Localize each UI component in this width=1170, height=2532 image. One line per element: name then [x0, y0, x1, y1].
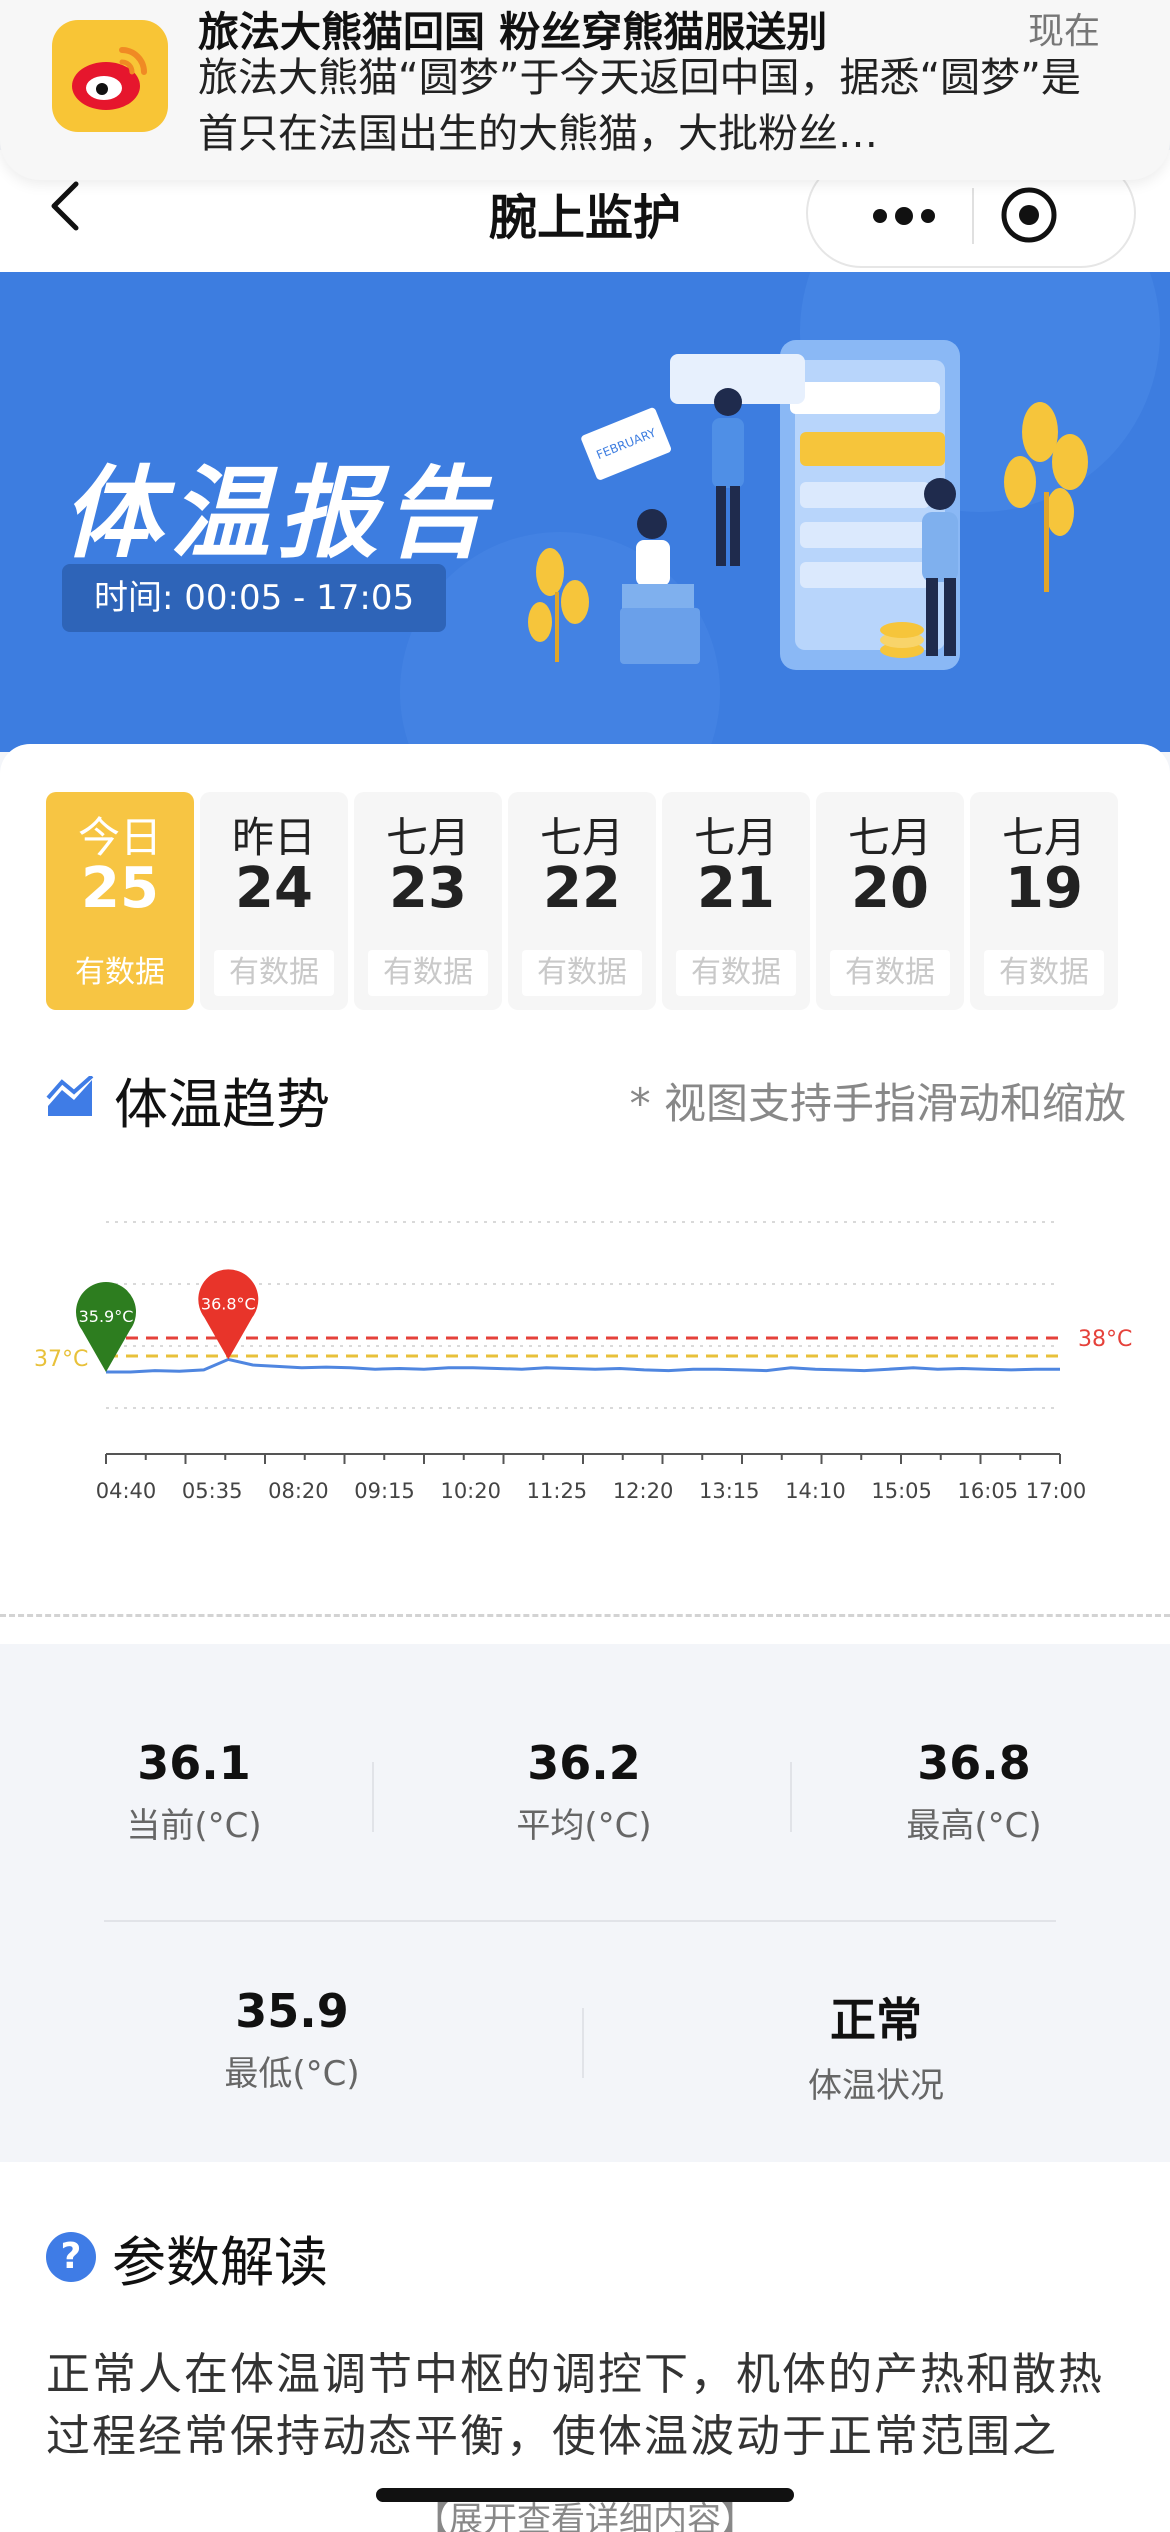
day-status: 有数据	[984, 950, 1104, 996]
stat-min: 35.9 最低(°C)	[142, 1984, 442, 2095]
day-number: 25	[81, 856, 159, 921]
question-icon: ?	[46, 2232, 96, 2282]
max-marker-label: 36.8°C	[201, 1294, 256, 1313]
min-marker-label: 35.9°C	[79, 1307, 134, 1326]
stat-max: 36.8 最高(°C)	[824, 1736, 1124, 1847]
stat-max-value: 36.8	[917, 1736, 1031, 1790]
x-tick-label: 11:25	[527, 1479, 588, 1503]
day-status: 有数据	[368, 950, 488, 996]
x-tick-label: 09:15	[354, 1479, 415, 1503]
x-tick-label: 14:10	[785, 1479, 846, 1503]
stats-panel: 36.1 当前(°C) 36.2 平均(°C) 36.8 最高(°C) 35.9…	[0, 1672, 1170, 2162]
stat-max-label: 最高(°C)	[906, 1806, 1042, 1846]
day-status: 有数据	[522, 950, 642, 996]
day-number: 20	[851, 856, 929, 921]
temperature-chart[interactable]: 38°C 37°C 35.9°C 36.8°C 04:40 05:35 08:20 09:15…	[0, 1154, 1170, 1554]
threshold-label-38: 38°C	[1078, 1327, 1132, 1352]
x-tick-label: 16:05	[958, 1479, 1019, 1503]
stat-average-label: 平均(°C)	[516, 1806, 652, 1846]
day-number: 21	[697, 856, 775, 921]
day-status: 有数据	[676, 950, 796, 996]
day-number: 24	[235, 856, 313, 921]
notification-banner[interactable]: 旅法大熊猫回国 粉丝穿熊猫服送别 现在 旅法大熊猫“圆梦”于今天返回中国，据悉“…	[0, 0, 1170, 180]
day-tab-2[interactable]: 七月 23 有数据	[354, 792, 502, 1010]
stat-current-label: 当前(°C)	[126, 1806, 262, 1846]
main-card: 今日 25 有数据 昨日 24 有数据 七月 23 有数据 七月 22 有数据 …	[0, 744, 1170, 1644]
x-tick-label: 10:20	[440, 1479, 501, 1503]
day-status: 有数据	[214, 950, 334, 996]
close-target-icon[interactable]	[998, 184, 1060, 246]
stat-current-value: 36.1	[137, 1736, 251, 1790]
x-tick-label: 08:20	[268, 1479, 329, 1503]
home-indicator	[376, 2488, 794, 2502]
day-status: 有数据	[75, 955, 165, 990]
stat-min-value: 35.9	[235, 1984, 349, 2038]
day-tab-6[interactable]: 七月 19 有数据	[970, 792, 1118, 1010]
day-tab-5[interactable]: 七月 20 有数据	[816, 792, 964, 1010]
trend-hint: * 视图支持手指滑动和缩放	[629, 1079, 1126, 1128]
stat-status-value: 正常	[830, 1993, 922, 2047]
day-tab-4[interactable]: 七月 21 有数据	[662, 792, 810, 1010]
x-tick-label: 04:40	[96, 1479, 157, 1503]
x-tick-label: 13:15	[699, 1479, 760, 1503]
trend-chart-icon	[46, 1074, 96, 1118]
banner-time-range: 时间: 00:05 - 17:05	[62, 564, 447, 632]
stat-average-value: 36.2	[527, 1736, 641, 1790]
stat-status: 正常 体温状况	[726, 1984, 1026, 2107]
stats-row-divider	[104, 1920, 1056, 1922]
stat-status-label: 体温状况	[808, 2066, 944, 2106]
day-status: 有数据	[830, 950, 950, 996]
day-selector: 今日 25 有数据 昨日 24 有数据 七月 23 有数据 七月 22 有数据 …	[46, 792, 1122, 1010]
threshold-label-37: 37°C	[34, 1347, 88, 1372]
report-banner: FEBRUARY 体温报告 时间: 00:05 - 17:05	[0, 272, 1170, 752]
trend-header: 体温趋势 * 视图支持手指滑动和缩放	[46, 1060, 1126, 1136]
stat-divider	[372, 1762, 374, 1832]
day-number: 23	[389, 856, 467, 921]
day-tab-0[interactable]: 今日 25 有数据	[46, 792, 194, 1010]
capsule-divider	[972, 188, 974, 244]
notification-body: 旅法大熊猫“圆梦”于今天返回中国，据悉“圆梦”是首只在法国出生的大熊猫，大批粉丝…	[198, 55, 1081, 157]
weibo-icon	[52, 20, 168, 132]
params-section: ? 参数解读 正常人在体温调节中枢的调控下，机体的产热和散热过程经常保持动态平衡…	[0, 2162, 1170, 2532]
stat-divider	[582, 2008, 584, 2078]
day-tab-3[interactable]: 七月 22 有数据	[508, 792, 656, 1010]
banner-title: 体温报告	[62, 455, 494, 572]
params-title: 参数解读	[112, 2231, 328, 2294]
day-number: 22	[543, 856, 621, 921]
x-tick-label: 17:00	[1026, 1479, 1087, 1503]
stat-current: 36.1 当前(°C)	[44, 1736, 344, 1847]
x-tick-label: 12:20	[613, 1479, 674, 1503]
day-number: 19	[1005, 856, 1083, 921]
day-tab-1[interactable]: 昨日 24 有数据	[200, 792, 348, 1010]
params-text: 正常人在体温调节中枢的调控下，机体的产热和散热过程经常保持动态平衡，使体温波动于…	[46, 2349, 1104, 2462]
x-tick-label: 15:05	[871, 1479, 932, 1503]
stat-average: 36.2 平均(°C)	[434, 1736, 734, 1847]
temperature-line	[106, 1357, 1060, 1374]
trend-title: 体温趋势	[114, 1073, 330, 1136]
notification-time: 现在	[1027, 11, 1100, 52]
dashed-divider	[0, 1614, 1170, 1617]
x-tick-label: 05:35	[182, 1479, 243, 1503]
more-icon[interactable]	[848, 186, 958, 246]
stat-min-label: 最低(°C)	[224, 2054, 360, 2094]
stat-divider	[790, 1762, 792, 1832]
